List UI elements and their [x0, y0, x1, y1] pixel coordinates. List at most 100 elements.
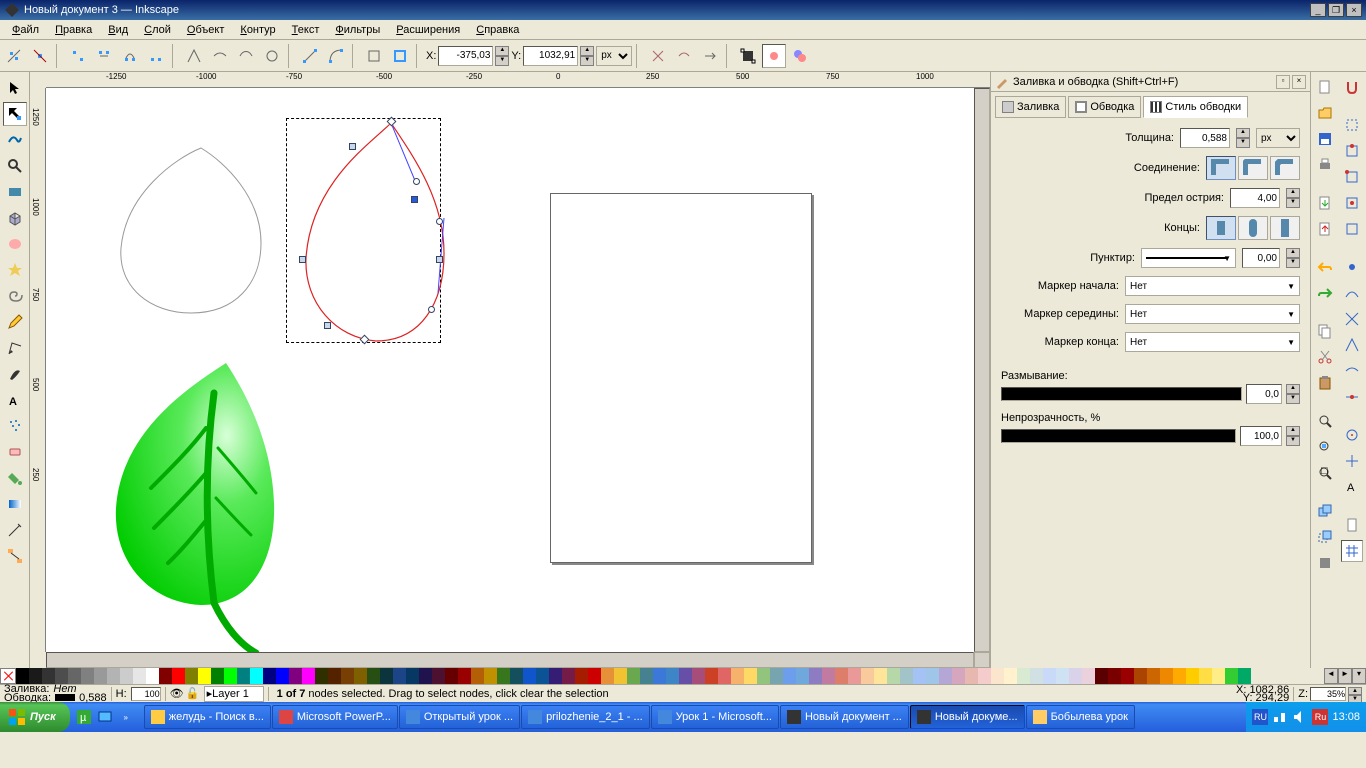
palette-swatch[interactable] — [523, 668, 536, 684]
join-miter-button[interactable] — [1206, 156, 1236, 180]
zoom-drawing-icon[interactable] — [1314, 436, 1336, 458]
dash-offset-input[interactable] — [1242, 248, 1280, 268]
node-handle[interactable] — [299, 256, 306, 263]
palette-swatch[interactable] — [159, 668, 172, 684]
palette-swatch[interactable] — [432, 668, 445, 684]
dropper-tool-icon[interactable] — [3, 518, 27, 542]
palette-swatch[interactable] — [692, 668, 705, 684]
panel-close-button[interactable]: × — [1292, 75, 1306, 89]
palette-swatch[interactable] — [783, 668, 796, 684]
menu-help[interactable]: Справка — [468, 22, 527, 38]
palette-swatch[interactable] — [68, 668, 81, 684]
palette-swatch[interactable] — [861, 668, 874, 684]
palette-swatch[interactable] — [1186, 668, 1199, 684]
clone-icon[interactable] — [1314, 526, 1336, 548]
palette-swatch[interactable] — [1043, 668, 1056, 684]
palette-swatch[interactable] — [328, 668, 341, 684]
new-doc-icon[interactable] — [1314, 76, 1336, 98]
palette-swatch[interactable] — [848, 668, 861, 684]
palette-swatch[interactable] — [224, 668, 237, 684]
control-handle[interactable] — [428, 306, 435, 313]
coord-y-spinner[interactable]: ▲▼ — [580, 46, 594, 66]
taskbar-item[interactable]: prilozhenie_2_1 - ... — [521, 705, 650, 729]
snap-rotation-icon[interactable] — [1341, 450, 1363, 472]
palette-swatch[interactable] — [549, 668, 562, 684]
taskbar-item[interactable]: Открытый урок ... — [399, 705, 520, 729]
spray-tool-icon[interactable] — [3, 414, 27, 438]
palette-swatch[interactable] — [16, 668, 29, 684]
3dbox-tool-icon[interactable] — [3, 206, 27, 230]
palette-swatch[interactable] — [809, 668, 822, 684]
palette-swatch[interactable] — [1017, 668, 1030, 684]
duplicate-icon[interactable] — [1314, 500, 1336, 522]
control-handle[interactable] — [413, 178, 420, 185]
pencil-tool-icon[interactable] — [3, 310, 27, 334]
palette-scroll-right[interactable]: ► — [1338, 668, 1352, 684]
paintbucket-tool-icon[interactable] — [3, 466, 27, 490]
palette-swatch[interactable] — [952, 668, 965, 684]
shape-green-leaf[interactable] — [96, 353, 296, 652]
palette-swatch[interactable] — [393, 668, 406, 684]
palette-swatch[interactable] — [55, 668, 68, 684]
palette-swatch[interactable] — [822, 668, 835, 684]
palette-swatch[interactable] — [1108, 668, 1121, 684]
snap-node-icon[interactable] — [1341, 256, 1363, 278]
status-opacity-input[interactable] — [131, 687, 161, 701]
palette-swatch[interactable] — [276, 668, 289, 684]
canvas[interactable] — [46, 88, 974, 652]
show-mask-icon[interactable] — [672, 44, 696, 68]
palette-swatch[interactable] — [380, 668, 393, 684]
layer-visibility-toggle[interactable]: 👁 — [170, 687, 184, 701]
palette-swatch[interactable] — [887, 668, 900, 684]
menu-text[interactable]: Текст — [284, 22, 328, 38]
palette-swatch[interactable] — [978, 668, 991, 684]
palette-swatch[interactable] — [991, 668, 1004, 684]
palette-swatch[interactable] — [1225, 668, 1238, 684]
transform-handles-icon[interactable] — [736, 44, 760, 68]
shape-gray-leaf[interactable] — [106, 143, 276, 323]
stroke-unit-select[interactable]: px — [1256, 128, 1300, 148]
delete-segment-icon[interactable] — [144, 44, 168, 68]
tray-clock[interactable]: 13:08 — [1332, 711, 1360, 723]
snap-path-icon[interactable] — [1341, 282, 1363, 304]
palette-swatch[interactable] — [1160, 668, 1173, 684]
palette-swatch[interactable] — [562, 668, 575, 684]
join-segment-icon[interactable] — [118, 44, 142, 68]
menu-file[interactable]: Файл — [4, 22, 47, 38]
redo-icon[interactable] — [1314, 282, 1336, 304]
import-icon[interactable] — [1314, 192, 1336, 214]
palette-swatch[interactable] — [666, 668, 679, 684]
menu-path[interactable]: Контур — [232, 22, 283, 38]
palette-swatch[interactable] — [484, 668, 497, 684]
zoom-fit-icon[interactable] — [1314, 410, 1336, 432]
palette-swatch[interactable] — [81, 668, 94, 684]
palette-swatch[interactable] — [640, 668, 653, 684]
palette-swatch[interactable] — [133, 668, 146, 684]
node-auto-icon[interactable] — [260, 44, 284, 68]
taskbar-item[interactable]: желудь - Поиск в... — [144, 705, 271, 729]
palette-swatch[interactable] — [679, 668, 692, 684]
gradient-tool-icon[interactable] — [3, 492, 27, 516]
panel-detach-button[interactable]: ▫ — [1276, 75, 1290, 89]
menu-filters[interactable]: Фильтры — [327, 22, 388, 38]
palette-swatch[interactable] — [614, 668, 627, 684]
start-button[interactable]: Пуск — [0, 702, 70, 732]
palette-swatch[interactable] — [1134, 668, 1147, 684]
zoom-page-icon[interactable]: □ — [1314, 462, 1336, 484]
palette-menu-button[interactable]: ▾ — [1352, 668, 1366, 684]
show-handles-icon[interactable] — [762, 44, 786, 68]
palette-swatch[interactable] — [315, 668, 328, 684]
tray-keyboard-icon[interactable]: Ru — [1312, 709, 1328, 725]
menu-view[interactable]: Вид — [100, 22, 136, 38]
palette-swatch[interactable] — [302, 668, 315, 684]
palette-swatch[interactable] — [705, 668, 718, 684]
marker-mid-select[interactable]: Нет — [1125, 304, 1300, 324]
palette-swatch[interactable] — [458, 668, 471, 684]
coord-y-input[interactable] — [523, 46, 578, 66]
palette-swatch[interactable] — [419, 668, 432, 684]
palette-swatch[interactable] — [1004, 668, 1017, 684]
taskbar-item[interactable]: Урок 1 - Microsoft... — [651, 705, 779, 729]
palette-swatch[interactable] — [796, 668, 809, 684]
palette-swatch[interactable] — [237, 668, 250, 684]
palette-swatch[interactable] — [588, 668, 601, 684]
